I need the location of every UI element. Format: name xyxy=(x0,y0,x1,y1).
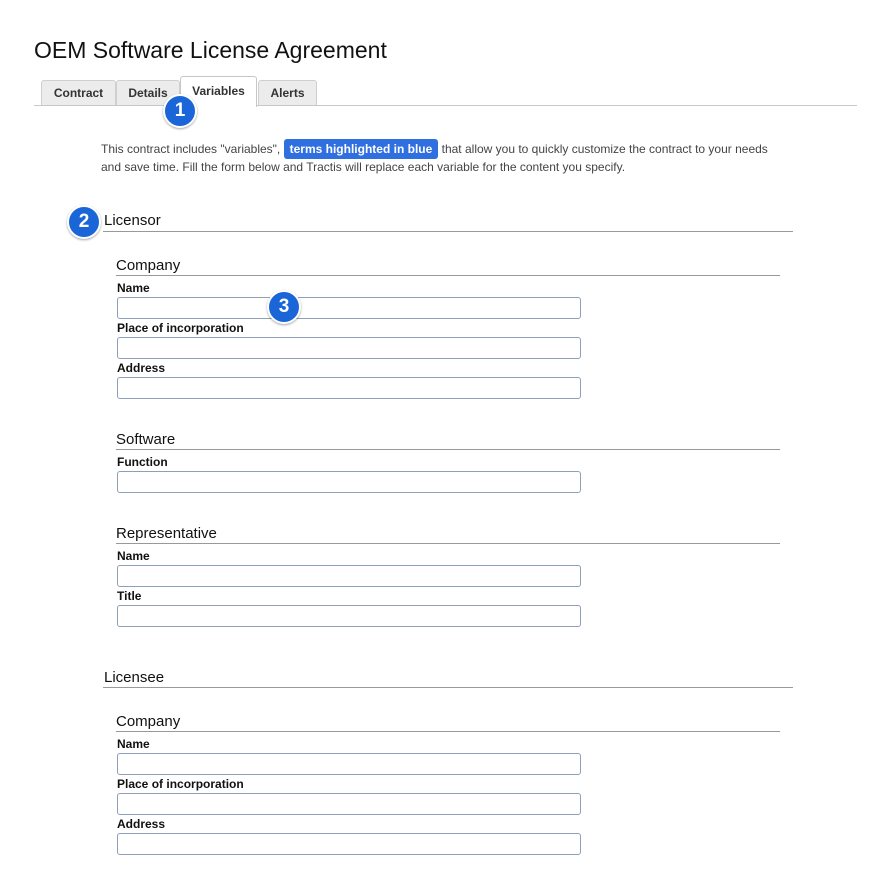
field-label-place-of-incorporation: Place of incorporation xyxy=(117,321,244,335)
callout-badge-3: 3 xyxy=(267,290,301,324)
licensor-software-function-input[interactable] xyxy=(117,471,581,493)
section-divider xyxy=(103,231,793,232)
subsection-heading-representative: Representative xyxy=(116,525,217,542)
field-label-title: Title xyxy=(117,589,142,603)
section-heading-licensee: Licensee xyxy=(104,669,165,686)
tab-alerts[interactable]: Alerts xyxy=(258,80,317,106)
licensor-representative-name-input[interactable] xyxy=(117,565,581,587)
callout-badge-1: 1 xyxy=(163,94,197,128)
subsection-divider xyxy=(116,275,780,276)
field-label-function: Function xyxy=(117,455,168,469)
subsection-heading-company: Company xyxy=(116,257,181,274)
licensor-representative-title-input[interactable] xyxy=(117,605,581,627)
subsection-divider xyxy=(116,543,780,544)
tabs-divider xyxy=(34,105,857,106)
field-label-place-of-incorporation: Place of incorporation xyxy=(117,777,244,791)
intro-text: This contract includes "variables", term… xyxy=(101,139,791,176)
subsection-heading-software: Software xyxy=(116,431,176,448)
field-label-name: Name xyxy=(117,549,150,563)
subsection-divider xyxy=(116,731,780,732)
licensor-company-name-input[interactable] xyxy=(117,297,581,319)
highlighted-variable-example[interactable]: terms highlighted in blue xyxy=(283,139,439,159)
subsection-heading-company: Company xyxy=(116,713,181,730)
licensor-company-place-input[interactable] xyxy=(117,337,581,359)
licensor-company-address-input[interactable] xyxy=(117,377,581,399)
field-label-name: Name xyxy=(117,737,150,751)
section-heading-licensor: Licensor xyxy=(104,212,161,229)
page-title: OEM Software License Agreement xyxy=(34,37,387,63)
section-divider xyxy=(103,687,793,688)
tab-contract[interactable]: Contract xyxy=(41,80,116,106)
licensee-company-place-input[interactable] xyxy=(117,793,581,815)
licensee-company-address-input[interactable] xyxy=(117,833,581,855)
field-label-address: Address xyxy=(117,361,166,375)
licensee-company-name-input[interactable] xyxy=(117,753,581,775)
field-label-name: Name xyxy=(117,281,150,295)
intro-text-before: This contract includes "variables", xyxy=(101,142,281,156)
field-label-address: Address xyxy=(117,817,166,831)
callout-badge-2: 2 xyxy=(67,205,101,239)
subsection-divider xyxy=(116,449,780,450)
